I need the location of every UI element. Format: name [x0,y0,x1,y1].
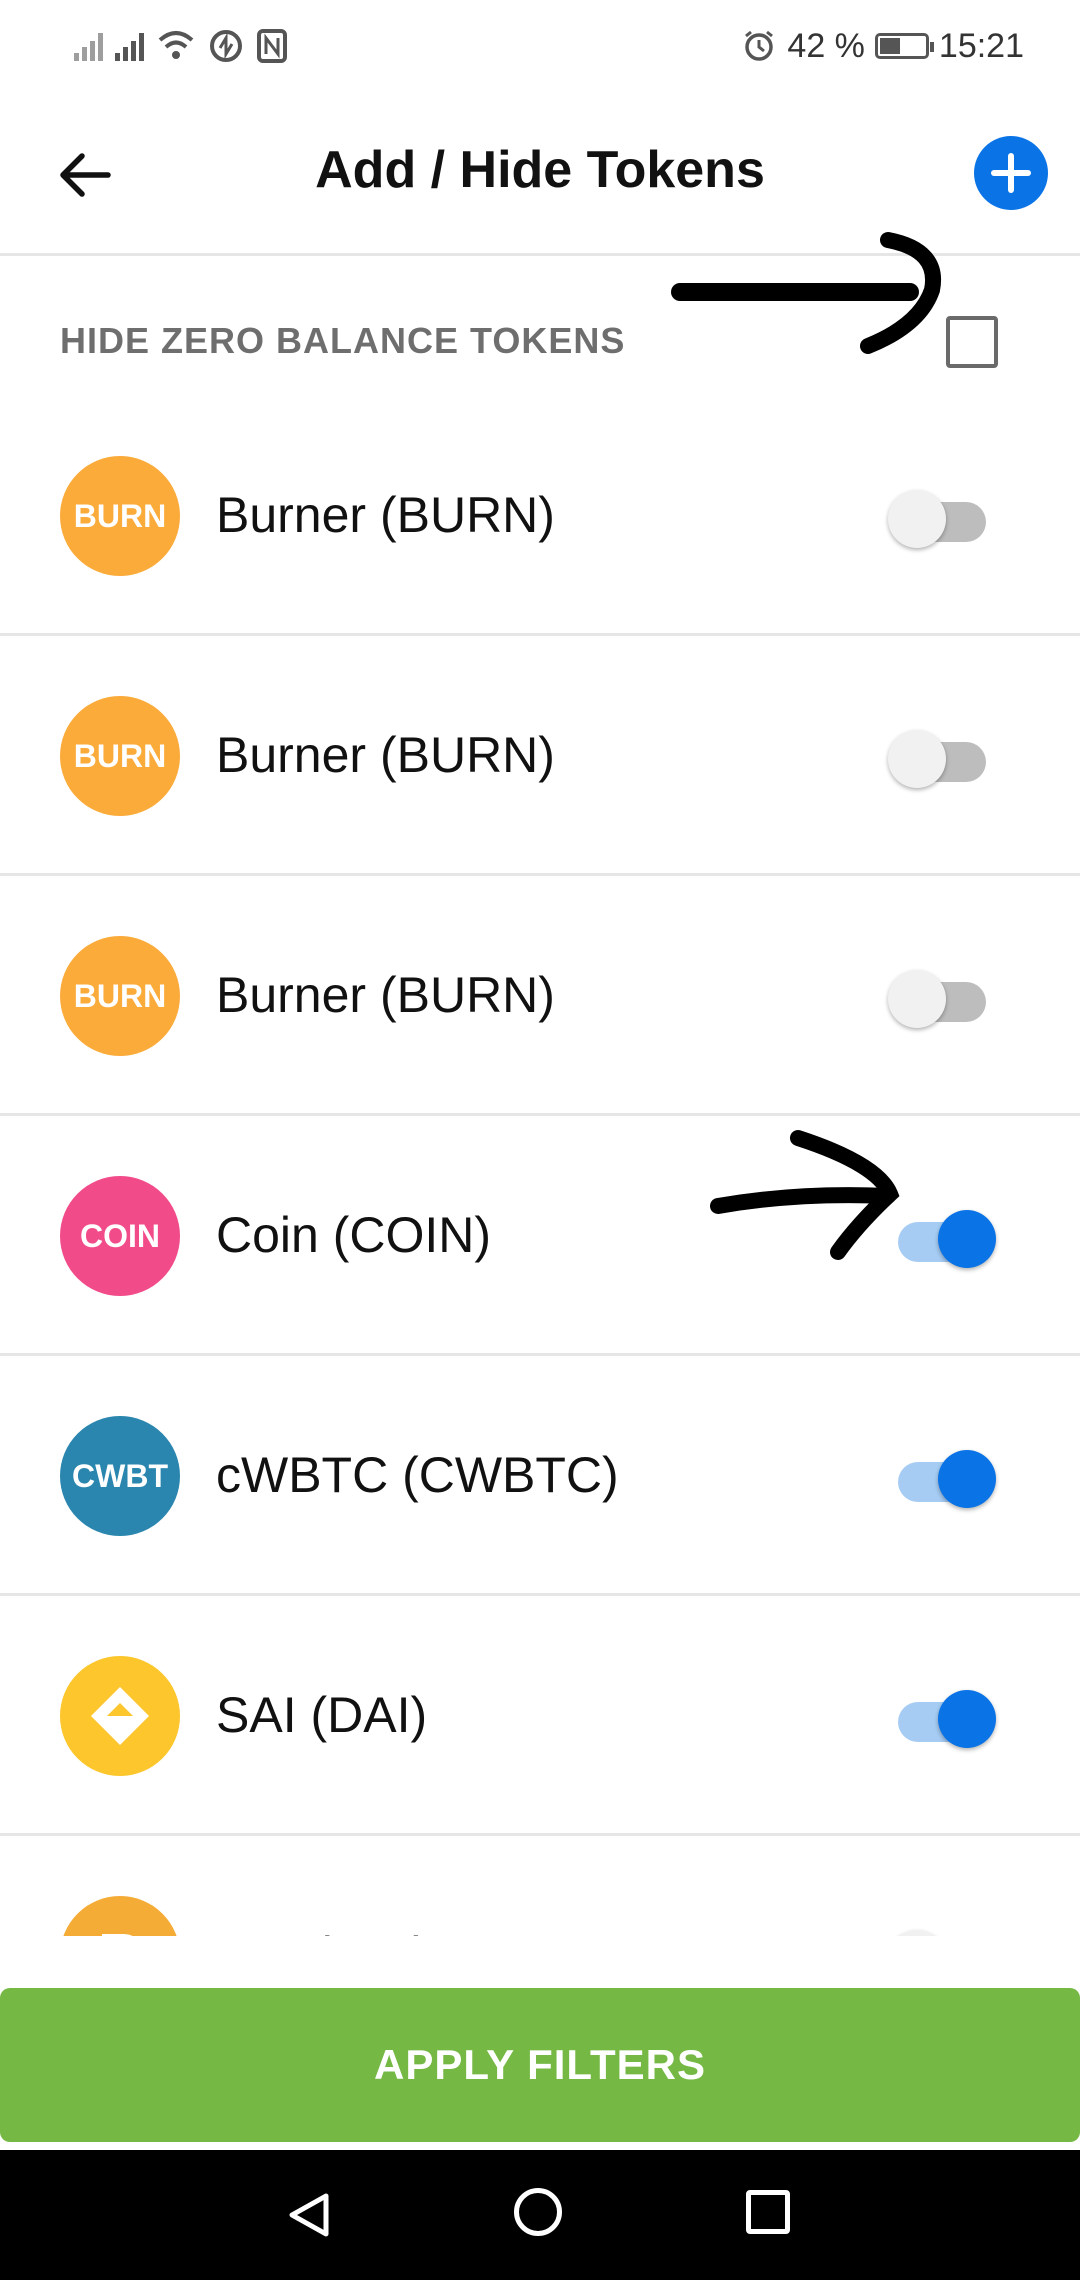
toggle-thumb [938,1690,996,1748]
toggle-thumb [938,1450,996,1508]
signal-icon-2 [115,31,144,61]
apply-filters-button[interactable]: APPLY FILTERS [0,1988,1080,2142]
token-name: cWBTC (CWBTC) [216,1447,619,1503]
toggle-thumb [888,490,946,548]
token-list: BURN Burner (BURN) BURN Burner (BURN) BURN Bu… [0,396,1080,1936]
annotation-arrow-checkbox [671,232,941,354]
token-name: Burner (BURN) [216,967,555,1023]
annotation-arrow-toggle [710,1130,900,1260]
wifi-icon [158,31,194,59]
battery-icon [874,33,934,59]
token-row: SAI (DAI) [0,1596,1080,1836]
token-row: BURN Burner (BURN) [0,876,1080,1116]
nfc-icon [257,29,287,63]
token-icon: BURN [60,456,180,576]
status-icons-left [74,24,288,68]
nav-back-icon[interactable] [284,2190,334,2240]
token-visibility-toggle[interactable] [888,970,988,1028]
toggle-thumb [938,1210,996,1268]
signal-icon [74,31,103,61]
status-icons-right: 42 % 15:21 [741,24,1024,68]
battery-percent: 42 % [787,26,865,65]
nav-recents-icon[interactable] [746,2190,790,2234]
token-name: SAI (DAI) [216,1687,428,1743]
token-row: BURN Burner (BURN) [0,636,1080,876]
toggle-thumb [888,730,946,788]
token-icon [60,1656,180,1776]
sai-diamond-icon [91,1687,149,1745]
token-visibility-toggle[interactable] [888,490,988,548]
token-row: COIN Coin (COIN) [0,1116,1080,1356]
token-icon: COIN [60,1176,180,1296]
toggle-thumb [888,970,946,1028]
system-nav-bar [0,2150,1080,2280]
token-name: DAI (DAI) [216,1926,430,1936]
add-token-button[interactable] [974,136,1048,210]
token-visibility-toggle[interactable] [888,1450,996,1508]
status-bar: 42 % 15:21 [0,0,1080,96]
token-name: Burner (BURN) [216,727,555,783]
token-icon: CWBT [60,1416,180,1536]
hide-zero-balance-label: HIDE ZERO BALANCE TOKENS [60,320,626,361]
token-name: Coin (COIN) [216,1207,492,1263]
token-row: BURN Burner (BURN) [0,396,1080,636]
token-icon: BURN [60,696,180,816]
token-icon [60,1896,180,1936]
token-icon: BURN [60,936,180,1056]
token-visibility-toggle[interactable] [888,730,988,788]
alarm-icon [745,30,774,61]
toggle-thumb [888,1930,946,1936]
token-row: DAI (DAI) [0,1836,1080,1936]
page-title: Add / Hide Tokens [315,141,765,199]
nav-home-icon[interactable] [514,2188,562,2236]
token-name: Burner (BURN) [216,487,555,543]
token-row: CWBT cWBTC (CWBTC) [0,1356,1080,1596]
token-visibility-toggle[interactable] [888,1690,996,1748]
clock: 15:21 [938,26,1024,65]
data-saver-icon [210,30,242,62]
dai-icon [102,1934,133,1936]
